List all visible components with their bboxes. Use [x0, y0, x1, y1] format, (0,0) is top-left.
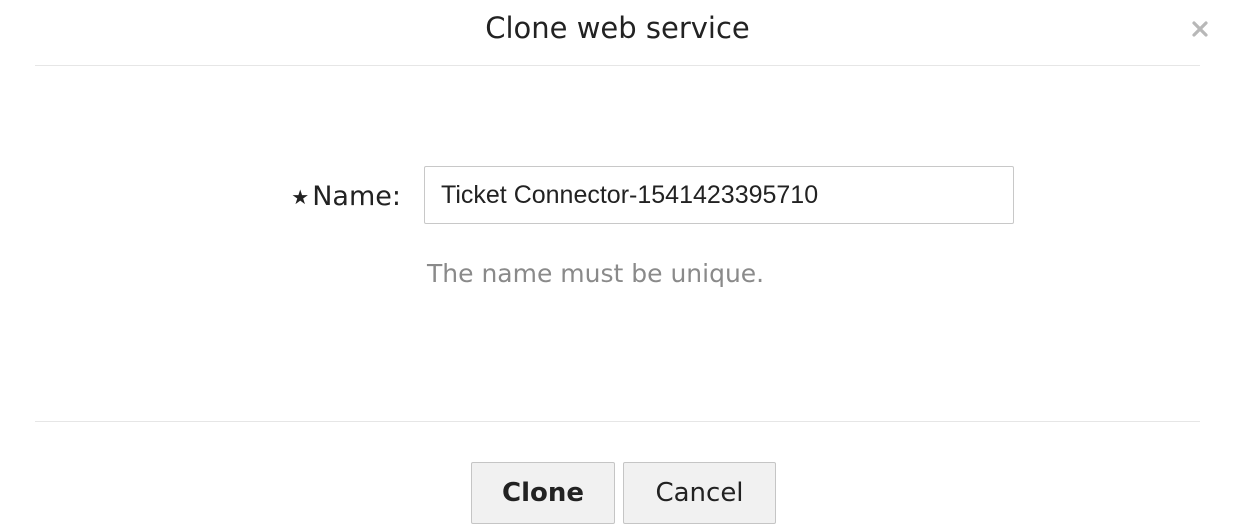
name-field-row: ★ Name: [0, 166, 1235, 226]
name-label: ★ Name: [291, 180, 401, 215]
name-hint: The name must be unique. [427, 259, 765, 288]
clone-web-service-dialog: Clone web service ★Name: The name must b… [0, 0, 1235, 525]
dialog-footer: Clone Cancel [0, 422, 1235, 525]
close-icon[interactable] [1187, 16, 1213, 42]
dialog-title: Clone web service [485, 11, 750, 45]
header-divider [35, 65, 1200, 66]
name-input[interactable] [424, 166, 1014, 224]
cancel-button[interactable]: Cancel [623, 462, 776, 524]
clone-button[interactable]: Clone [471, 462, 615, 524]
required-marker: ★ [291, 185, 310, 209]
dialog-header: Clone web service [0, 0, 1235, 66]
close-icon-glyph [1192, 21, 1208, 37]
name-label-text: Name: [312, 181, 401, 212]
